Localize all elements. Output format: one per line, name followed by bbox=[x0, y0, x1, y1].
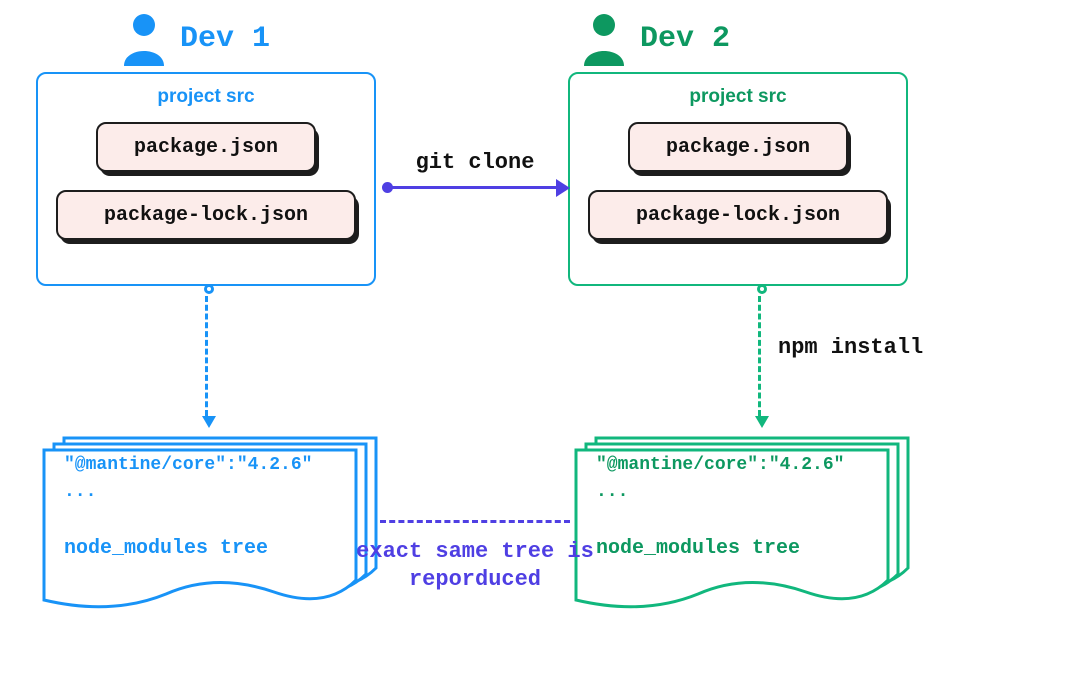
dev2-project-box: project src package.json package-lock.js… bbox=[568, 72, 908, 286]
dev1-label: Dev 1 bbox=[180, 22, 270, 56]
file-label: package.json bbox=[134, 136, 278, 159]
file-pill-package-json: package.json bbox=[96, 122, 316, 172]
dev1-project-box: project src package.json package-lock.js… bbox=[36, 72, 376, 286]
file-label: package-lock.json bbox=[104, 204, 308, 227]
same-tree-dash bbox=[380, 520, 570, 523]
file-label: package-lock.json bbox=[636, 204, 840, 227]
arrow-icon bbox=[380, 181, 570, 195]
git-clone-label: git clone bbox=[380, 150, 570, 175]
git-clone-arrow: git clone bbox=[380, 150, 570, 195]
dev2-label: Dev 2 bbox=[640, 22, 730, 56]
ellipsis: ... bbox=[64, 479, 356, 506]
tree-label: node_modules tree bbox=[64, 534, 356, 564]
person-icon bbox=[580, 12, 628, 66]
tree-label: node_modules tree bbox=[596, 534, 888, 564]
file-pill-package-lock-json: package-lock.json bbox=[588, 190, 888, 240]
npm-install-label: npm install bbox=[778, 335, 923, 360]
project-src-label: project src bbox=[56, 86, 356, 108]
dev1-down-connector bbox=[205, 296, 208, 416]
diagram-root: Dev 1 Dev 2 project src package.json pac… bbox=[0, 0, 1075, 673]
file-label: package.json bbox=[666, 136, 810, 159]
dev2-header: Dev 2 bbox=[580, 12, 730, 66]
dependency-line: "@mantine/core":"4.2.6" bbox=[64, 452, 356, 479]
file-pill-package-lock-json: package-lock.json bbox=[56, 190, 356, 240]
dev2-down-connector bbox=[758, 296, 761, 416]
dev1-node-modules-sheet: "@mantine/core":"4.2.6" ... node_modules… bbox=[36, 430, 376, 610]
file-pill-package-json: package.json bbox=[628, 122, 848, 172]
dev1-header: Dev 1 bbox=[120, 12, 270, 66]
same-tree-caption: exact same tree is reporduced bbox=[350, 538, 600, 593]
project-src-label: project src bbox=[588, 86, 888, 108]
dev2-node-modules-sheet: "@mantine/core":"4.2.6" ... node_modules… bbox=[568, 430, 908, 610]
ellipsis: ... bbox=[596, 479, 888, 506]
sheet-text: "@mantine/core":"4.2.6" ... node_modules… bbox=[64, 452, 356, 564]
dependency-line: "@mantine/core":"4.2.6" bbox=[596, 452, 888, 479]
sheet-text: "@mantine/core":"4.2.6" ... node_modules… bbox=[596, 452, 888, 564]
person-icon bbox=[120, 12, 168, 66]
